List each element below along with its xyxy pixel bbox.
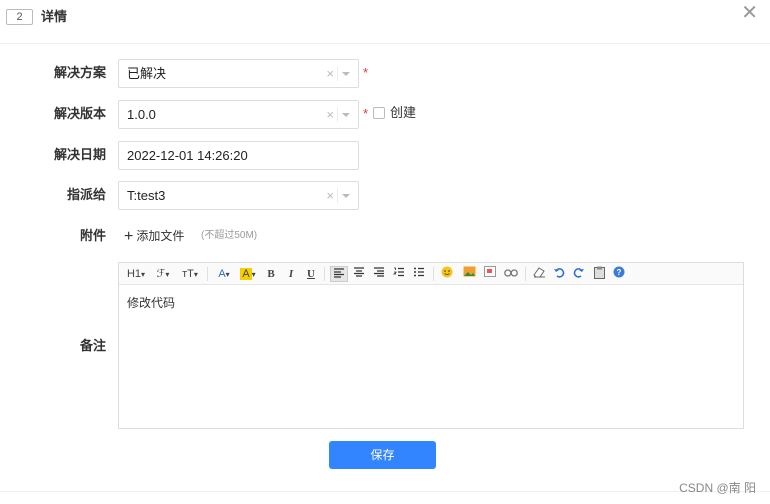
toolbar-divider [433, 267, 434, 281]
svg-text:?: ? [617, 268, 622, 277]
solution-select[interactable]: 已解决 × [118, 59, 359, 88]
font-color-button[interactable]: A▾ [214, 266, 234, 282]
bold-button[interactable]: B [265, 266, 277, 282]
align-center-icon[interactable] [351, 266, 367, 282]
required-mark: * [363, 106, 369, 121]
undo-icon[interactable] [551, 266, 567, 282]
item-id-badge: 2 [6, 9, 33, 25]
solution-label: 解决方案 [53, 65, 106, 80]
watermark: CSDN @南 阳 [679, 481, 756, 495]
date-label: 解决日期 [53, 147, 106, 162]
rich-text-editor[interactable]: H1▾ ℱ▾ тT▾ A▾ A ▾ B I U ? 修改代码 [118, 262, 744, 429]
unordered-list-icon[interactable] [411, 266, 427, 282]
clear-icon[interactable]: × [326, 182, 334, 209]
redo-icon[interactable] [571, 266, 587, 282]
link-icon[interactable] [503, 266, 519, 282]
clear-icon[interactable]: × [326, 60, 334, 87]
chevron-down-icon[interactable] [342, 72, 350, 76]
toolbar-divider [525, 267, 526, 281]
code-icon[interactable] [482, 266, 498, 282]
attachment-label: 附件 [79, 228, 106, 243]
divider [337, 107, 338, 122]
version-label: 解决版本 [53, 106, 106, 121]
date-value: 2022-12-01 14:26:20 [127, 148, 248, 163]
required-mark: * [363, 65, 369, 80]
chevron-down-icon[interactable] [342, 194, 350, 198]
align-right-icon[interactable] [371, 266, 387, 282]
remark-label: 备注 [79, 338, 106, 353]
heading-button[interactable]: H1▾ [125, 266, 147, 282]
image-icon[interactable] [461, 266, 477, 282]
align-left-icon[interactable] [330, 266, 348, 282]
date-input[interactable]: 2022-12-01 14:26:20 [118, 141, 359, 170]
file-size-hint: (不超过50M) [201, 230, 258, 241]
clear-icon[interactable]: × [326, 101, 334, 128]
assign-select[interactable]: T:test3 × [118, 181, 359, 210]
create-version-checkbox[interactable] [373, 107, 385, 119]
font-family-button[interactable]: ℱ▾ [153, 266, 173, 282]
highlight-button[interactable]: A ▾ [238, 266, 258, 282]
version-value: 1.0.0 [127, 107, 156, 122]
add-file-button[interactable]: + 添加文件 [124, 222, 184, 251]
chevron-down-icon[interactable] [342, 113, 350, 117]
dialog-title: 详情 [41, 9, 68, 24]
font-size-button[interactable]: тT▾ [179, 266, 201, 282]
plus-icon: + [124, 228, 134, 245]
toolbar-divider [207, 267, 208, 281]
eraser-icon[interactable] [531, 266, 547, 282]
version-select[interactable]: 1.0.0 × [118, 100, 359, 129]
editor-toolbar: H1▾ ℱ▾ тT▾ A▾ A ▾ B I U ? [119, 263, 743, 285]
underline-button[interactable]: U [305, 266, 317, 282]
assign-value: T:test3 [127, 188, 166, 203]
assign-label: 指派给 [66, 187, 106, 202]
italic-button[interactable]: I [285, 266, 297, 282]
dialog-header: 2 详情 ✕ [0, 0, 770, 44]
divider [337, 66, 338, 81]
toolbar-divider [324, 267, 325, 281]
create-version-label[interactable]: 创建 [390, 99, 416, 127]
emoji-icon[interactable] [439, 266, 455, 282]
paste-icon[interactable] [591, 266, 607, 282]
ordered-list-icon[interactable] [391, 266, 407, 282]
solution-value: 已解决 [127, 66, 167, 81]
close-icon[interactable]: ✕ [741, 2, 758, 24]
editor-content[interactable]: 修改代码 [127, 294, 175, 311]
save-button[interactable]: 保存 [329, 441, 436, 469]
help-icon[interactable]: ? [611, 266, 627, 282]
footer-divider [0, 491, 770, 492]
add-file-label: 添加文件 [136, 229, 185, 243]
divider [337, 188, 338, 203]
